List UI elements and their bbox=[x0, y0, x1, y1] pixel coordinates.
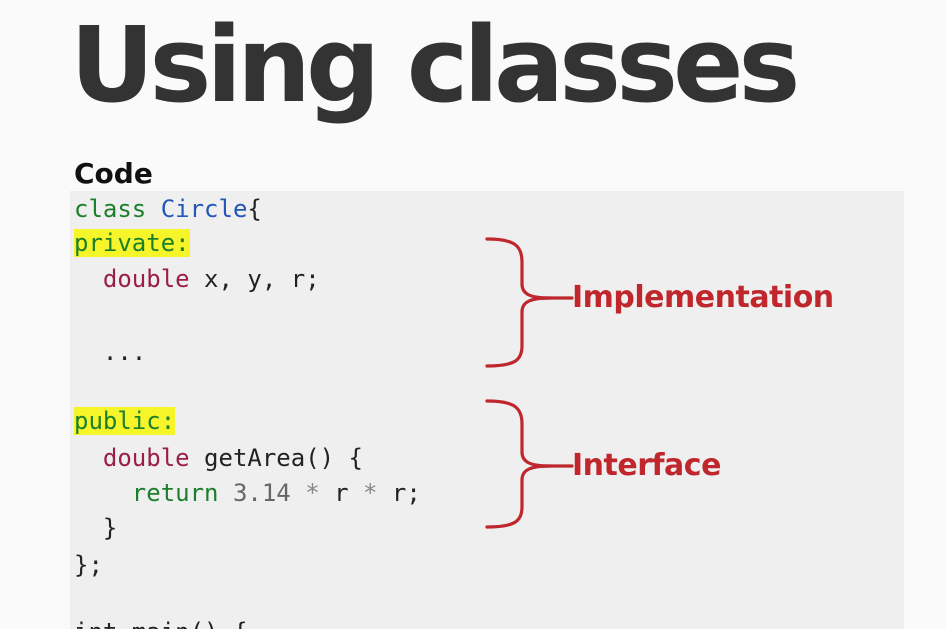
code-line-return: return 3.14 * r * r; bbox=[74, 475, 421, 511]
public-access-specifier: public: bbox=[74, 407, 176, 435]
code-line-main: int main() { bbox=[74, 614, 247, 629]
private-access-specifier: private: bbox=[74, 229, 190, 257]
return-keyword: return bbox=[131, 479, 219, 507]
open-brace: { bbox=[247, 195, 262, 223]
slide-title: Using classes bbox=[70, 4, 800, 126]
code-line-private: private: bbox=[74, 225, 190, 261]
code-line-ellipsis: ... bbox=[74, 338, 147, 366]
code-line-close-method: } bbox=[74, 514, 118, 542]
method-signature: getArea() { bbox=[189, 444, 363, 472]
member-list: x, y, r; bbox=[189, 265, 320, 293]
code-line-method-signature: double getArea() { bbox=[74, 440, 363, 476]
code-line-class-declaration: class Circle{ bbox=[74, 191, 262, 227]
code-line-close-class: }; bbox=[74, 551, 103, 579]
operand: r bbox=[319, 479, 364, 507]
type-keyword: double bbox=[102, 265, 190, 293]
code-line-members: double x, y, r; bbox=[74, 261, 320, 297]
number-literal: 3.14 bbox=[232, 479, 291, 507]
code-heading: Code bbox=[74, 157, 153, 190]
multiply-operator: * bbox=[363, 479, 378, 507]
type-keyword: double bbox=[102, 444, 190, 472]
multiply-operator: * bbox=[305, 479, 320, 507]
class-name: Circle bbox=[160, 195, 248, 223]
operand: r; bbox=[377, 479, 421, 507]
code-block: class Circle{ private: double x, y, r; .… bbox=[70, 191, 904, 629]
slide: Using classes Code class Circle{ private… bbox=[0, 0, 946, 629]
interface-label: Interface bbox=[572, 448, 721, 483]
code-line-public: public: bbox=[74, 403, 176, 439]
class-keyword: class bbox=[74, 195, 147, 223]
implementation-label: Implementation bbox=[572, 280, 834, 315]
